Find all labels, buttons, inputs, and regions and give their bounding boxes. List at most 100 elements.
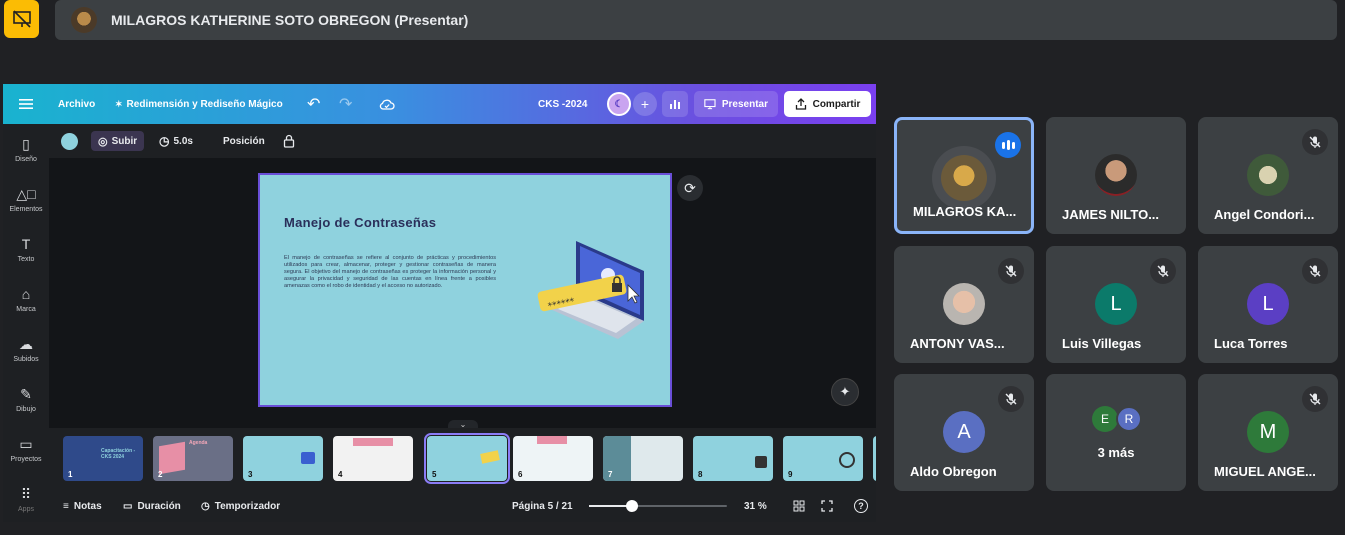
more-participants-label: 3 más	[1097, 445, 1135, 460]
notes-icon: ≡	[63, 500, 69, 512]
elements-icon: △□	[16, 186, 36, 202]
sidebar-item-marca[interactable]: ⌂ Marca	[3, 286, 49, 313]
cloud-saved-icon[interactable]	[379, 84, 395, 124]
undo-icon[interactable]: ↶	[307, 84, 320, 124]
sidebar-item-label: Diseño	[15, 156, 37, 163]
timer-button[interactable]: ◷ Temporizador	[201, 498, 280, 514]
sidebar-item-proyectos[interactable]: ▭ Proyectos	[3, 436, 49, 463]
sidebar-item-label: Marca	[16, 306, 36, 313]
sidebar-item-label: Dibujo	[16, 406, 36, 413]
sidebar-item-label: Texto	[17, 256, 35, 263]
participant-name: MILAGROS KA...	[913, 204, 1017, 219]
magic-resize-button[interactable]: ✶ Redimensión y Rediseño Mágico	[115, 84, 283, 124]
layout-icon: ▯	[22, 136, 30, 152]
avatar	[1247, 154, 1289, 196]
thumbnail-7[interactable]: 7	[603, 436, 683, 481]
document-title[interactable]: CKS -2024	[538, 84, 587, 124]
thumbnail-10[interactable]	[873, 436, 876, 481]
refresh-icon[interactable]: ⟳	[677, 175, 703, 201]
duration-bottom-button[interactable]: ▭ Duración	[123, 498, 181, 514]
mic-off-icon	[998, 386, 1024, 412]
duration-button[interactable]: ◷ 5.0s	[159, 131, 193, 151]
present-icon	[704, 99, 716, 110]
participant-tile-luis[interactable]: L Luis Villegas	[1046, 246, 1186, 363]
thumbnail-3[interactable]: 3	[243, 436, 323, 481]
participant-name: MIGUEL ANGE...	[1214, 464, 1316, 479]
participant-tile-angel[interactable]: Angel Condori...	[1198, 117, 1338, 234]
thumbnail-number: 2	[158, 470, 163, 479]
pen-icon: ✎	[20, 386, 32, 402]
position-button[interactable]: Posición	[223, 131, 265, 151]
user-avatar[interactable]: ☾	[607, 84, 631, 124]
sidebar-item-subidos[interactable]: ☁ Subidos	[3, 336, 49, 363]
fullscreen-icon[interactable]	[821, 498, 833, 514]
presenter-bar: MILAGROS KATHERINE SOTO OBREGON (Present…	[55, 0, 1337, 40]
presenter-name: MILAGROS KATHERINE SOTO OBREGON (Present…	[111, 12, 469, 28]
share-label: Compartir	[812, 98, 861, 110]
zoom-slider[interactable]	[589, 500, 727, 512]
current-slide[interactable]: Manejo de Contraseñas El manejo de contr…	[258, 173, 672, 407]
help-icon[interactable]: ?	[854, 498, 868, 514]
grid-view-icon[interactable]	[793, 498, 805, 514]
participant-tile-more[interactable]: E R 3 más	[1046, 374, 1186, 491]
participant-name: Angel Condori...	[1214, 207, 1315, 222]
slide-title[interactable]: Manejo de Contraseñas	[284, 215, 436, 230]
thumbnail-8[interactable]: 8	[693, 436, 773, 481]
notes-button[interactable]: ≡ Notas	[63, 498, 102, 514]
thumbnail-6[interactable]: 6	[513, 436, 593, 481]
thumbnail-number: 7	[608, 470, 613, 479]
zoom-slider-handle[interactable]	[625, 500, 638, 512]
redo-icon[interactable]: ↷	[339, 84, 352, 124]
sidebar-item-label: Apps	[18, 506, 34, 513]
participant-tile-luca[interactable]: L Luca Torres	[1198, 246, 1338, 363]
magic-resize-label: Redimensión y Rediseño Mágico	[126, 98, 283, 110]
participant-tile-james[interactable]: JAMES NILTO...	[1046, 117, 1186, 234]
thumbnail-9[interactable]: 9	[783, 436, 863, 481]
participant-tile-milagros[interactable]: MILAGROS KA...	[894, 117, 1034, 234]
presentation-icon[interactable]	[4, 0, 39, 38]
thumbnail-5[interactable]: 5	[424, 433, 510, 484]
insights-icon[interactable]	[662, 91, 688, 117]
archivo-menu[interactable]: Archivo	[58, 84, 95, 124]
share-button[interactable]: Compartir	[784, 91, 871, 117]
participant-tile-antony[interactable]: ANTONY VAS...	[894, 246, 1034, 363]
screen-icon: ▭	[123, 500, 133, 512]
sidebar-item-dibujo[interactable]: ✎ Dibujo	[3, 386, 49, 413]
thumbnail-2[interactable]: Agenda 2	[153, 436, 233, 481]
mic-off-icon	[1302, 129, 1328, 155]
add-collaborator-button[interactable]: +	[633, 84, 657, 124]
sidebar-item-diseno[interactable]: ▯ Diseño	[3, 136, 49, 163]
timer-label: Temporizador	[214, 500, 281, 512]
avatar: L	[1095, 283, 1137, 325]
slide-body[interactable]: El manejo de contraseñas se refiere al c…	[284, 255, 496, 290]
zoom-level[interactable]: 31 %	[744, 498, 767, 514]
duration-label: 5.0s	[173, 135, 193, 147]
thumbnail-1[interactable]: Capacitación - CKS 2024 1	[63, 436, 143, 481]
color-swatch[interactable]	[61, 131, 78, 151]
sidebar-item-label: Elementos	[9, 206, 43, 213]
page-indicator[interactable]: Página 5 / 21	[512, 498, 573, 514]
mic-off-icon	[998, 258, 1024, 284]
thumbnail-number: 5	[432, 470, 437, 479]
animate-button[interactable]: ◎ Subir	[91, 131, 145, 151]
hamburger-menu-icon[interactable]	[19, 84, 33, 124]
sidebar-item-elementos[interactable]: △□ Elementos	[3, 186, 49, 213]
thumbnail-number: 9	[788, 470, 793, 479]
thumbnail-4[interactable]: 4	[333, 436, 413, 481]
stacked-avatars: E R	[1092, 406, 1146, 434]
mic-off-icon	[1302, 386, 1328, 412]
participant-name: Luis Villegas	[1062, 336, 1142, 351]
participant-tile-aldo[interactable]: A Aldo Obregon	[894, 374, 1034, 491]
participant-name: JAMES NILTO...	[1062, 207, 1160, 222]
avatar: L	[1247, 283, 1289, 325]
thumbnail-title: Capacitación - CKS 2024	[101, 448, 136, 460]
sidebar-item-texto[interactable]: T Texto	[3, 236, 49, 263]
animate-icon: ◎	[98, 135, 108, 148]
participant-tile-miguel[interactable]: M MIGUEL ANGE...	[1198, 374, 1338, 491]
lock-icon[interactable]	[283, 131, 295, 151]
canvas-stage: Manejo de Contraseñas El manejo de contr…	[49, 158, 876, 430]
present-button[interactable]: Presentar	[694, 91, 778, 117]
magic-sparkle-icon[interactable]: ✦	[831, 378, 859, 406]
sidebar-item-apps[interactable]: ⠿ Apps	[3, 486, 49, 513]
thumbnail-number: 4	[338, 470, 343, 479]
